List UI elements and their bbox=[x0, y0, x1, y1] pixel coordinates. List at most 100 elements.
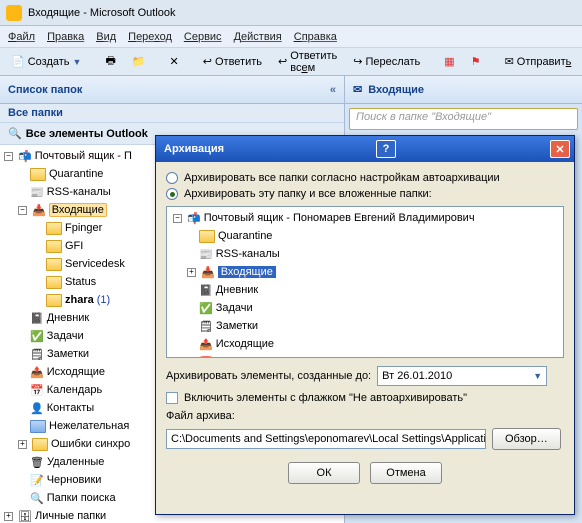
tasks-icon: ✅ bbox=[199, 302, 213, 315]
dlg-tasks[interactable]: ✅Задачи bbox=[169, 299, 561, 317]
rss-icon: 📰 bbox=[30, 186, 44, 199]
flag-button[interactable]: ⚑ bbox=[464, 51, 488, 73]
delete-icon: ✕ bbox=[170, 55, 179, 68]
collapse-toggle[interactable]: − bbox=[18, 206, 27, 215]
folder-icon bbox=[46, 240, 62, 253]
mailbox-icon: 📬 bbox=[187, 212, 201, 225]
send-button[interactable]: ✉ Отправить bbox=[498, 51, 579, 73]
cancel-button[interactable]: Отмена bbox=[370, 462, 442, 484]
folder-label: GFI bbox=[65, 240, 83, 252]
new-button[interactable]: 📄 Создать ▼ bbox=[4, 51, 88, 73]
folder-label: Календарь bbox=[47, 384, 103, 396]
delete-button[interactable]: ✕ bbox=[163, 51, 186, 73]
tasks-icon: ✅ bbox=[30, 330, 44, 343]
menu-actions[interactable]: Действия bbox=[234, 31, 282, 43]
folder-label: Ошибки синхро bbox=[51, 438, 130, 450]
reply-button[interactable]: ↩ Ответить bbox=[196, 51, 269, 73]
notes-icon: 🗒 bbox=[30, 348, 44, 361]
flag-icon: ⚑ bbox=[471, 55, 481, 68]
replyall-button[interactable]: ↩ Ответить всем bbox=[271, 51, 344, 73]
categorize-button[interactable]: ▦ bbox=[437, 51, 461, 73]
menu-view[interactable]: Вид bbox=[96, 31, 116, 43]
inbox-title: Входящие bbox=[368, 84, 424, 96]
folder-icon bbox=[46, 222, 62, 235]
calendar-icon: 📅 bbox=[30, 384, 44, 397]
expand-toggle[interactable]: + bbox=[4, 512, 13, 521]
menu-file[interactable]: Файл bbox=[8, 31, 35, 43]
journal-icon: 📓 bbox=[199, 284, 213, 297]
menu-help[interactable]: Справка bbox=[294, 31, 337, 43]
collapse-icon[interactable]: « bbox=[330, 84, 336, 96]
chevron-down-icon: ▼ bbox=[73, 57, 82, 67]
menu-go[interactable]: Переход bbox=[128, 31, 172, 43]
replyall-label: Ответить всем bbox=[290, 50, 337, 74]
collapse-toggle[interactable]: − bbox=[173, 214, 182, 223]
dlg-notes[interactable]: 🗒Заметки bbox=[169, 317, 561, 335]
journal-icon: 📓 bbox=[30, 312, 44, 325]
radio-label: Архивировать все папки согласно настройк… bbox=[184, 172, 500, 184]
dlg-calendar[interactable]: 📅Календарь bbox=[169, 353, 561, 358]
folder-label: RSS-каналы bbox=[47, 186, 111, 198]
dialog-titlebar: Архивация ? ✕ bbox=[156, 136, 574, 162]
before-label: Архивировать элементы, созданные до: bbox=[166, 370, 371, 382]
radio-label: Архивировать эту папку и все вложенные п… bbox=[184, 188, 432, 200]
folder-icon bbox=[199, 230, 215, 243]
expand-toggle[interactable]: + bbox=[187, 268, 196, 277]
help-button[interactable]: ? bbox=[376, 140, 396, 158]
dlg-quarantine[interactable]: Quarantine bbox=[169, 227, 561, 245]
folder-label: Личные папки bbox=[35, 510, 106, 522]
folder-label: Черновики bbox=[47, 474, 102, 486]
close-button[interactable]: ✕ bbox=[550, 140, 570, 158]
trash-icon: 🗑 bbox=[30, 456, 44, 469]
search-input[interactable]: Поиск в папке "Входящие" bbox=[349, 108, 578, 130]
folder-icon bbox=[30, 420, 46, 433]
include-flagged-row[interactable]: Включить элементы с флажком "Не автоархи… bbox=[166, 392, 564, 404]
dlg-journal[interactable]: 📓Дневник bbox=[169, 281, 561, 299]
notes-icon: 🗒 bbox=[199, 320, 213, 333]
ok-button[interactable]: ОК bbox=[288, 462, 360, 484]
dlg-rss[interactable]: 📰RSS-каналы bbox=[169, 245, 561, 263]
radio-icon bbox=[166, 172, 178, 184]
window-titlebar: Входящие - Microsoft Outlook bbox=[0, 0, 582, 26]
dlg-mailbox-node[interactable]: − 📬 Почтовый ящик - Пономарев Евгений Вл… bbox=[169, 209, 561, 227]
reply-icon: ↩ bbox=[203, 55, 212, 68]
folder-icon bbox=[32, 438, 48, 451]
collapse-toggle[interactable]: − bbox=[4, 152, 13, 161]
folder-label: Исходящие bbox=[47, 366, 105, 378]
date-dropdown[interactable]: Вт 26.01.2010 ▼ bbox=[377, 366, 547, 386]
mail-icon: ✉ bbox=[353, 83, 362, 96]
browse-button[interactable]: Обзор… bbox=[492, 428, 561, 450]
move-button[interactable]: 📁 bbox=[125, 51, 153, 73]
contacts-icon: 👤 bbox=[30, 402, 44, 415]
new-label: Создать bbox=[28, 56, 70, 68]
folder-icon bbox=[46, 276, 62, 289]
checkbox-label: Включить элементы с флажком "Не автоархи… bbox=[184, 392, 467, 404]
forward-button[interactable]: ↪ Переслать bbox=[346, 51, 427, 73]
outbox-icon: 📤 bbox=[30, 366, 44, 379]
print-icon: 🖶 bbox=[105, 52, 115, 71]
expand-toggle[interactable]: + bbox=[18, 440, 27, 449]
menubar: Файл Правка Вид Переход Сервис Действия … bbox=[0, 26, 582, 48]
send-icon: ✉ bbox=[505, 55, 514, 68]
dlg-outbox[interactable]: 📤Исходящие bbox=[169, 335, 561, 353]
menu-tools[interactable]: Сервис bbox=[184, 31, 222, 43]
dialog-folder-tree[interactable]: − 📬 Почтовый ящик - Пономарев Евгений Вл… bbox=[166, 206, 564, 358]
dlg-inbox[interactable]: +📥Входящие bbox=[169, 263, 561, 281]
radio-archive-folder[interactable]: Архивировать эту папку и все вложенные п… bbox=[166, 188, 564, 200]
folder-label: Fpinger bbox=[65, 222, 102, 234]
folder-label: RSS-каналы bbox=[216, 248, 280, 260]
folder-icon bbox=[30, 168, 46, 181]
all-folders-label[interactable]: Все папки bbox=[0, 104, 344, 123]
folder-icon bbox=[46, 258, 62, 271]
folder-label: Status bbox=[65, 276, 96, 288]
window-title: Входящие - Microsoft Outlook bbox=[28, 7, 176, 19]
file-path-input[interactable]: C:\Documents and Settings\eponomarev\Loc… bbox=[166, 429, 486, 449]
menu-edit[interactable]: Правка bbox=[47, 31, 84, 43]
radio-archive-all[interactable]: Архивировать все папки согласно настройк… bbox=[166, 172, 564, 184]
mailbox-icon: 📬 bbox=[18, 150, 32, 163]
folder-label: Servicedesk bbox=[65, 258, 125, 270]
folder-label: Входящие bbox=[49, 203, 107, 217]
print-button[interactable]: 🖶 bbox=[98, 51, 122, 73]
unread-count: (1) bbox=[97, 294, 110, 306]
folder-label: Удаленные bbox=[47, 456, 104, 468]
